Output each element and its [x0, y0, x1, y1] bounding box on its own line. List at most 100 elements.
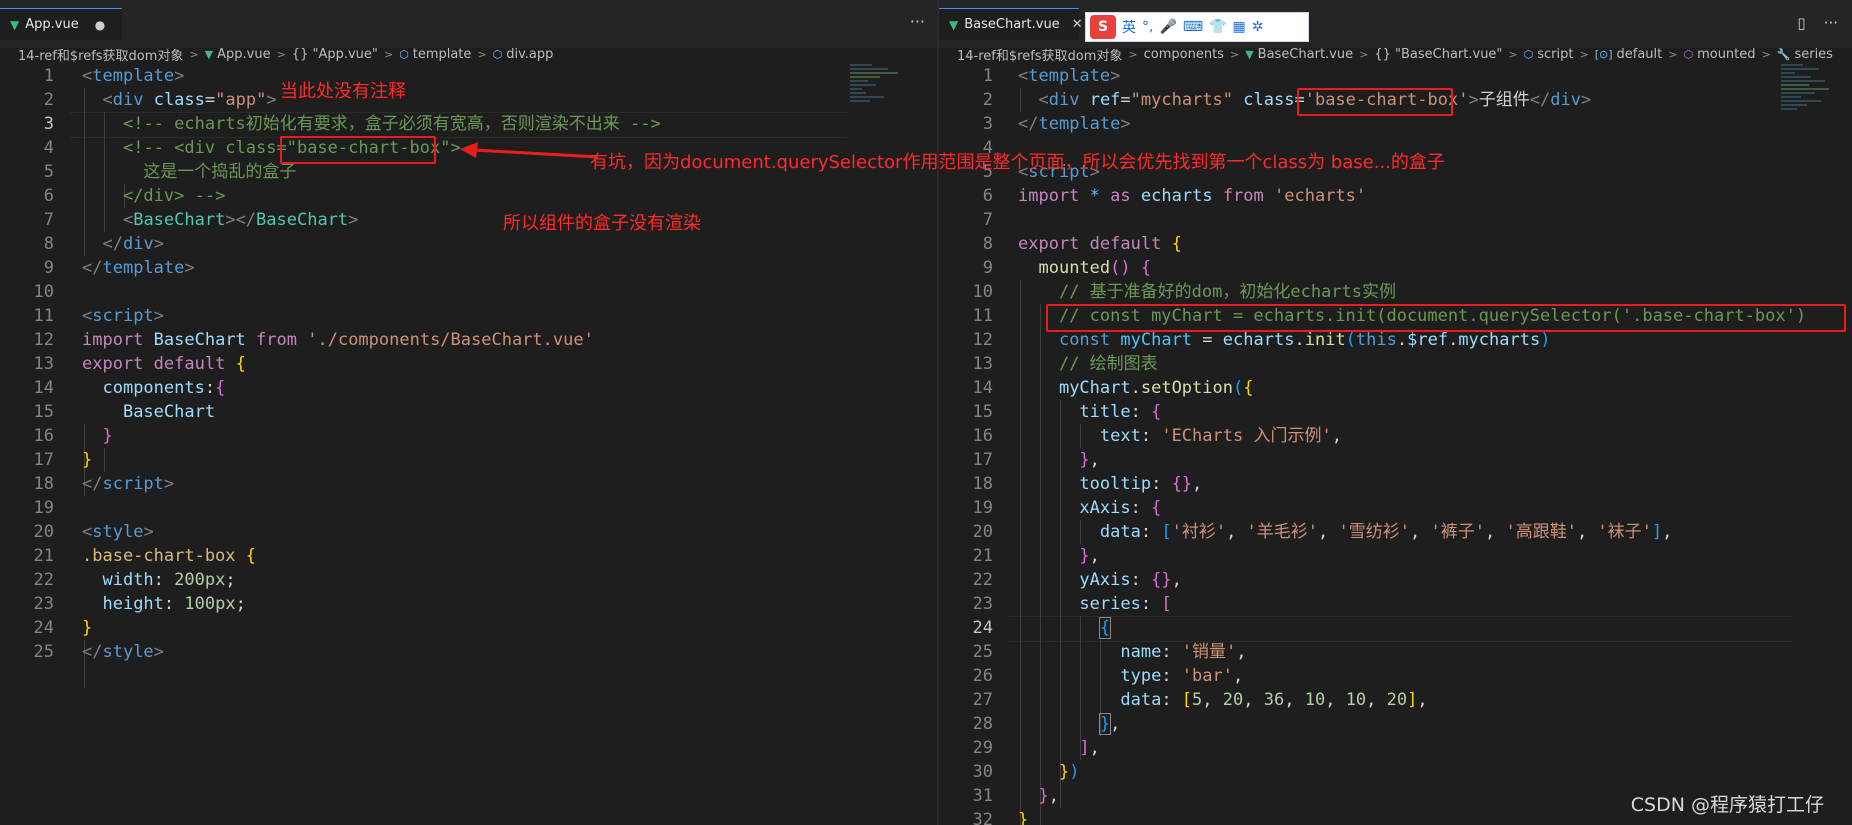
code-line: 16 text: 'ECharts 入门示例', [972, 426, 1342, 446]
more-actions-icon[interactable]: ··· [910, 12, 925, 31]
tab-basechart-vue[interactable]: ▼ BaseChart.vue ✕ [939, 8, 1083, 40]
chevron-right-icon: > [189, 47, 199, 61]
element-icon: ⬡ [1523, 47, 1534, 61]
breadcrumb: 14-ref和$refs获取dom对象 > components > ▼ BaseCh… [939, 42, 1852, 66]
annotation-pitfall: 有坑，因为document.querySelector作用范围是整个页面，所以会… [590, 152, 1445, 173]
code-line: 7 [982, 210, 993, 230]
left-tab-bar: ▼ App.vue ● ··· [0, 0, 937, 48]
close-icon[interactable]: ✕ [1072, 17, 1083, 32]
breadcrumb-item[interactable]: {} "App.vue" [292, 47, 378, 62]
code-line: 25 </style> [33, 642, 164, 662]
breadcrumb-item[interactable]: 14-ref和$refs获取dom对象 [957, 45, 1122, 64]
code-line: 15 BaseChart [33, 402, 216, 422]
code-line: 9 </template> [43, 258, 195, 278]
breadcrumb-item[interactable]: components [1144, 47, 1224, 62]
code-editor[interactable]: 1 <template> 2 <div ref="mycharts" class=… [939, 64, 1852, 825]
code-line: 1 <template> [43, 66, 185, 86]
keyboard-icon[interactable]: ⌨ [1183, 19, 1203, 35]
code-line: 8 export default { [982, 234, 1182, 254]
method-icon: ⬡ [1683, 47, 1694, 61]
breadcrumb-item[interactable]: div.app [506, 47, 553, 62]
highlight-box-base-chart-box [280, 136, 436, 164]
code-line: 10 // 基于准备好的dom，初始化echarts实例 [972, 282, 1397, 302]
code-line: 23 series: [ [972, 594, 1172, 614]
breadcrumb-item[interactable]: series [1794, 47, 1833, 62]
ime-toolbar[interactable]: S 英 °, 🎤 ⌨ 👕 ▦ ✲ [1085, 12, 1309, 42]
toolbox-icon[interactable]: ▦ [1233, 19, 1246, 35]
code-line: 23 height: 100px; [33, 594, 246, 614]
breadcrumb-item[interactable]: BaseChart.vue [1258, 47, 1353, 62]
code-line: 24 { [972, 617, 1112, 639]
tab-label: BaseChart.vue [964, 17, 1060, 32]
vue-file-icon: ▼ [1245, 47, 1254, 61]
split-editor-icon[interactable]: ▯ [1797, 14, 1805, 32]
code-line: 14 myChart.setOption({ [972, 378, 1254, 398]
sogou-logo-icon[interactable]: S [1090, 15, 1116, 39]
code-line: 26 type: 'bar', [972, 666, 1244, 686]
chevron-right-icon: > [1229, 47, 1240, 61]
code-line: 21 .base-chart-box { [33, 546, 257, 566]
code-line: 13 export default { [33, 354, 246, 374]
breadcrumb-item[interactable]: default [1617, 47, 1663, 62]
chevron-right-icon: > [383, 47, 394, 61]
code-line: 18 tooltip: {}, [972, 474, 1203, 494]
code-line: 17 }, [972, 450, 1100, 470]
breadcrumb-item[interactable]: {} "BaseChart.vue" [1374, 47, 1502, 62]
code-line: 18 </script> [33, 474, 175, 494]
chevron-right-icon: > [1359, 47, 1369, 61]
code-line: 2 <div class="app"> [43, 90, 277, 110]
chevron-right-icon: > [1761, 47, 1771, 61]
code-line: 24} [33, 618, 93, 638]
annotation-not-rendered: 所以组件的盒子没有渲染 [503, 213, 701, 234]
vue-file-icon: ▼ [10, 17, 20, 32]
code-line: 13 // 绘制图表 [972, 354, 1158, 374]
breadcrumb-item[interactable]: 14-ref和$refs获取dom对象 [18, 45, 183, 64]
code-line: 22 yAxis: {}, [972, 570, 1182, 590]
breadcrumb-item[interactable]: mounted [1697, 47, 1755, 62]
code-line: 17} [33, 450, 93, 470]
tab-label: App.vue [25, 17, 79, 32]
ime-language-toggle[interactable]: 英 [1122, 17, 1136, 37]
module-icon: [⊙] [1594, 47, 1613, 61]
chevron-right-icon: > [1579, 47, 1589, 61]
code-line: 12 import BaseChart from './components/Ba… [33, 330, 594, 350]
code-line: 16 } [33, 426, 113, 446]
right-tab-bar: ▼ BaseChart.vue ✕ ▯ ··· [939, 0, 1852, 48]
code-line: 27 data: [5, 20, 36, 10, 10, 20], [972, 690, 1428, 710]
breadcrumb: 14-ref和$refs获取dom对象 > ▼ App.vue > {} "App.v… [0, 42, 937, 66]
skin-icon[interactable]: 👕 [1209, 19, 1226, 35]
chevron-right-icon: > [1668, 47, 1678, 61]
code-line: 19 [33, 498, 54, 518]
code-line: 19 xAxis: { [972, 498, 1162, 518]
breadcrumb-item[interactable]: script [1537, 47, 1573, 62]
highlight-box-class [1297, 88, 1453, 116]
chevron-right-icon: > [276, 47, 286, 61]
code-line: 1 <template> [982, 66, 1121, 86]
unsaved-dot-icon[interactable]: ● [95, 18, 105, 32]
code-line: 8 </div> [43, 234, 164, 254]
microphone-icon[interactable]: 🎤 [1159, 19, 1176, 35]
code-line: 22 width: 200px; [33, 570, 236, 590]
chevron-right-icon: > [1508, 47, 1518, 61]
highlight-box-query-selector [1046, 304, 1846, 332]
watermark: CSDN @程序猿打工仔 [1630, 794, 1824, 816]
wrench-icon: 🔧 [1776, 47, 1791, 61]
code-line: 9 mounted() { [982, 258, 1152, 278]
more-actions-icon[interactable]: ··· [1824, 14, 1838, 32]
code-line: 6 </div> --> [43, 186, 226, 206]
code-line: 10 [33, 282, 54, 302]
breadcrumb-item[interactable]: App.vue [217, 47, 270, 62]
chevron-right-icon: > [1128, 47, 1138, 61]
code-line: 15 title: { [972, 402, 1162, 422]
vue-file-icon: ▼ [204, 47, 214, 61]
right-editor-pane: ▼ BaseChart.vue ✕ ▯ ··· 14-ref和$refs获取do… [939, 0, 1852, 825]
annotation-no-comment: 当此处没有注释 [280, 81, 406, 102]
code-line: 21 }, [972, 546, 1100, 566]
settings-icon[interactable]: ✲ [1252, 19, 1264, 35]
ime-punctuation-toggle[interactable]: °, [1142, 19, 1153, 35]
breadcrumb-item[interactable]: template [413, 47, 472, 62]
tab-app-vue[interactable]: ▼ App.vue ● [0, 8, 122, 40]
code-line: 6 import * as echarts from 'echarts' [982, 186, 1367, 206]
annotation-arrow-icon [460, 142, 599, 159]
code-line: 3 <!-- echarts初始化有要求，盒子必须有宽高，否则渲染不出来 --> [43, 114, 661, 134]
